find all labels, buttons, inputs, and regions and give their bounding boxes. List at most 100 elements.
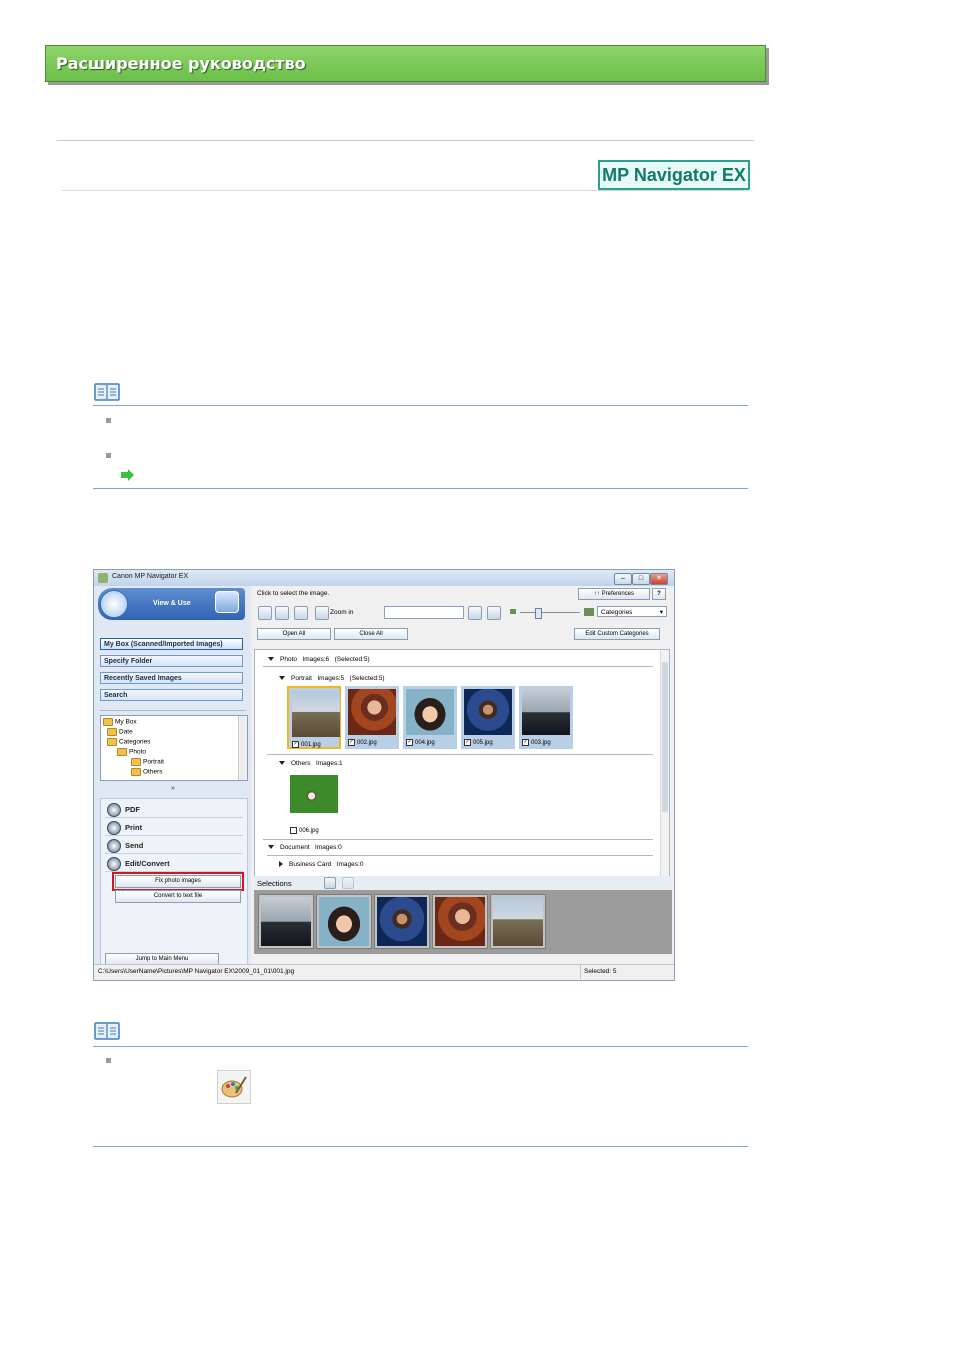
- group-document[interactable]: Document Images:0: [268, 844, 342, 851]
- checkbox[interactable]: ✓: [464, 739, 471, 746]
- action-pdf[interactable]: PDF: [105, 801, 243, 818]
- photo-image: [464, 689, 512, 735]
- checkbox[interactable]: [290, 827, 297, 834]
- action-send[interactable]: Send: [105, 837, 243, 854]
- refresh-icon[interactable]: [487, 606, 501, 620]
- note-icon: [94, 1022, 120, 1045]
- photo-image: [522, 689, 570, 735]
- divider: [100, 710, 246, 711]
- photo-image: [435, 897, 485, 946]
- group-portrait[interactable]: Portrait Images:5 (Selected:5): [279, 675, 385, 682]
- thumbnail-scrollbar[interactable]: [660, 650, 669, 876]
- mode-label: View & Use: [153, 600, 191, 607]
- divider: [263, 839, 653, 840]
- window-titlebar: Canon MP Navigator EX – □ ✕: [94, 570, 674, 586]
- note-bottom-rule: [93, 1146, 748, 1147]
- checkbox[interactable]: ✓: [522, 739, 529, 746]
- tree-item[interactable]: Photo: [117, 748, 146, 756]
- left-pane: View & Use My Box (Scanned/Imported Imag…: [94, 586, 251, 968]
- scrollbar-thumb[interactable]: [662, 662, 668, 812]
- selected-thumbnail[interactable]: [258, 894, 314, 949]
- category-icon: [131, 758, 141, 766]
- fix-photo-images-button[interactable]: Fix photo images: [112, 872, 244, 891]
- expand-icon: [279, 676, 285, 681]
- folder-tree: My Box Date Categories Photo Portrait Ot…: [100, 715, 248, 781]
- help-button[interactable]: ?: [652, 588, 666, 600]
- nav-recently-saved[interactable]: Recently Saved Images: [100, 672, 243, 684]
- nav-search[interactable]: Search: [100, 689, 243, 701]
- tree-item[interactable]: Categories: [107, 738, 150, 746]
- preferences-button[interactable]: ↑↑ Preferences: [578, 588, 650, 600]
- thumbnail[interactable]: ✓ 005.jpg: [461, 686, 515, 749]
- send-icon: [107, 839, 121, 853]
- note-icon: [94, 383, 120, 406]
- mp-navigator-logo: MP Navigator EX: [598, 160, 750, 190]
- grid-icon[interactable]: [324, 877, 336, 889]
- select-all-icon[interactable]: [258, 606, 272, 620]
- minimize-icon[interactable]: –: [614, 573, 632, 585]
- single-view-icon[interactable]: [342, 877, 354, 889]
- grid-icon[interactable]: [275, 606, 289, 620]
- action-print[interactable]: Print: [105, 819, 243, 836]
- checkbox[interactable]: ✓: [348, 739, 355, 746]
- small-image-icon: [510, 609, 516, 614]
- close-all-button[interactable]: Close All: [334, 628, 408, 640]
- selected-thumbnail[interactable]: [490, 894, 546, 949]
- thumbnail[interactable]: ✓ 003.jpg: [519, 686, 573, 749]
- thumbnail-area: Photo Images:6 (Selected:5) Portrait Ima…: [254, 649, 670, 877]
- instruction-text: Click to select the image.: [257, 590, 330, 597]
- tree-item[interactable]: My Box: [103, 718, 137, 726]
- mode-arrow-icon[interactable]: [100, 590, 128, 618]
- mp-navigator-window: Canon MP Navigator EX – □ ✕ View & Use M…: [93, 569, 675, 981]
- expand-icon: [268, 657, 274, 662]
- search-input[interactable]: [384, 606, 464, 619]
- action-edit-convert[interactable]: Edit/Convert: [105, 855, 243, 872]
- note-bottom-rule: [93, 488, 748, 489]
- mode-header[interactable]: View & Use: [98, 588, 245, 620]
- collapse-chevron-icon[interactable]: »: [100, 785, 246, 795]
- thumbnail[interactable]: ✓ 002.jpg: [345, 686, 399, 749]
- checkbox[interactable]: ✓: [406, 739, 413, 746]
- group-photo[interactable]: Photo Images:6 (Selected:5): [268, 656, 370, 663]
- edit-custom-categories-button[interactable]: Edit Custom Categories: [574, 628, 660, 640]
- tree-item[interactable]: Others: [131, 768, 163, 776]
- maximize-icon[interactable]: □: [632, 573, 650, 585]
- window-title: Canon MP Navigator EX: [112, 573, 189, 580]
- zoom-slider-handle[interactable]: [535, 608, 542, 619]
- selected-thumbnail[interactable]: [374, 894, 430, 949]
- thumbnail[interactable]: 006.jpg: [287, 772, 341, 835]
- thumbnail[interactable]: ✓ 004.jpg: [403, 686, 457, 749]
- group-others[interactable]: Others Images:1: [279, 760, 343, 767]
- view-select[interactable]: Categories ▾: [597, 606, 667, 617]
- selected-thumbnail[interactable]: [432, 894, 488, 949]
- selected-thumbnail[interactable]: [316, 894, 372, 949]
- group-business-card[interactable]: Business Card Images:0: [279, 861, 363, 868]
- nav-specify-folder[interactable]: Specify Folder: [100, 655, 243, 667]
- thumbnail[interactable]: ✓ 001.jpg: [287, 686, 341, 749]
- open-all-button[interactable]: Open All: [257, 628, 331, 640]
- zoom-in-icon[interactable]: [315, 606, 329, 620]
- photo-image: [377, 897, 427, 946]
- app-icon: [98, 573, 108, 583]
- tree-item[interactable]: Date: [107, 728, 133, 736]
- search-icon[interactable]: [468, 606, 482, 620]
- preferences-icon: ↑↑: [593, 591, 602, 597]
- tree-scrollbar[interactable]: [238, 716, 247, 780]
- close-icon[interactable]: ✕: [650, 573, 668, 585]
- edit-icon: [107, 857, 121, 871]
- bullet-icon: [106, 1058, 111, 1063]
- photo-image: [493, 897, 543, 946]
- nav-my-box[interactable]: My Box (Scanned/Imported Images): [100, 638, 243, 650]
- tree-item[interactable]: Portrait: [131, 758, 164, 766]
- print-icon: [107, 821, 121, 835]
- folder-icon: [107, 728, 117, 736]
- photo-image: [348, 689, 396, 735]
- category-icon: [131, 768, 141, 776]
- folder-icon: [117, 748, 127, 756]
- arrow-right-icon[interactable]: [121, 468, 135, 486]
- checkbox[interactable]: ✓: [292, 741, 299, 748]
- bullet-icon: [106, 453, 111, 458]
- correct-image-icon[interactable]: [294, 606, 308, 620]
- convert-to-text-button[interactable]: Convert to text file: [115, 890, 241, 903]
- zoom-slider-track[interactable]: [520, 612, 580, 613]
